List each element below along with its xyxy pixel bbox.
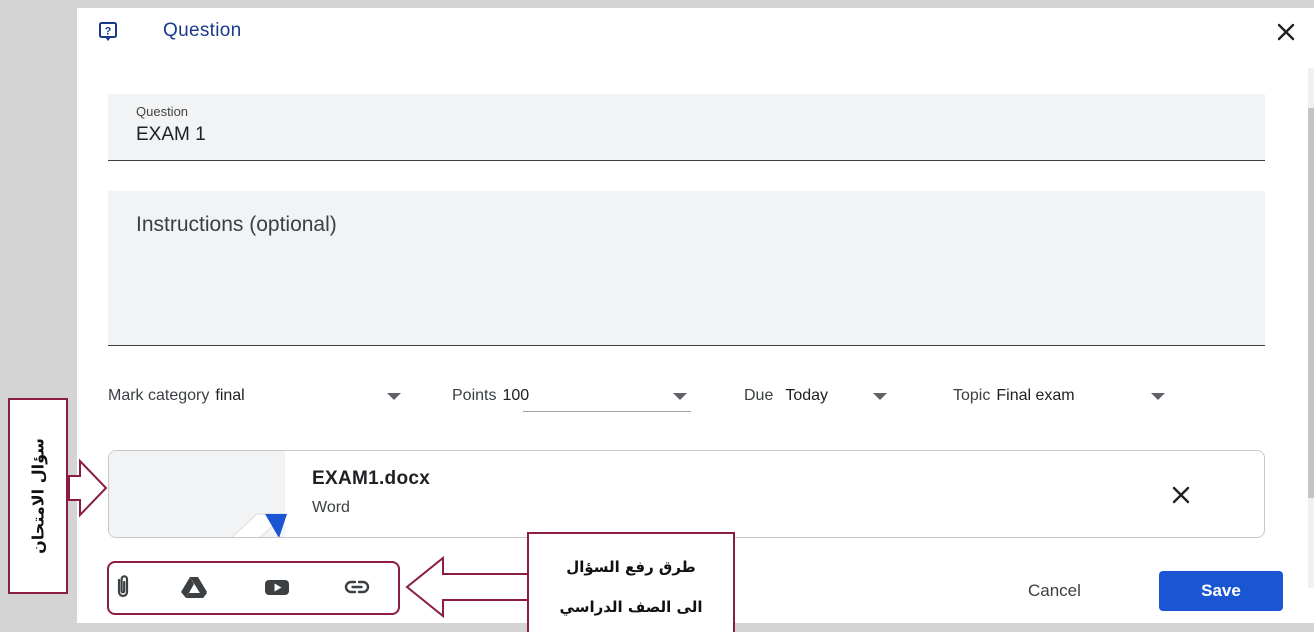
- question-dialog: ? Question Question EXAM 1 Instructions …: [77, 8, 1314, 623]
- annotation-arrow-left-icon: [405, 555, 528, 619]
- question-field-value[interactable]: EXAM 1: [136, 124, 206, 146]
- instructions-field[interactable]: Instructions (optional): [108, 191, 1265, 346]
- mark-category-label: Mark category: [108, 387, 210, 404]
- topic-chevron-down-icon[interactable]: [1151, 393, 1165, 400]
- remove-attachment-close-icon[interactable]: [1170, 484, 1192, 506]
- due-select[interactable]: Due Today: [744, 387, 828, 405]
- question-field[interactable]: Question EXAM 1: [108, 94, 1265, 161]
- instructions-placeholder: Instructions (optional): [136, 213, 337, 236]
- scrollbar[interactable]: [1308, 68, 1314, 588]
- points-label: Points: [452, 387, 497, 404]
- upload-methods-annotation-line1: طرق رفع السؤال: [566, 558, 696, 576]
- close-icon[interactable]: [1272, 18, 1300, 46]
- annotation-arrow-right-icon: [68, 458, 108, 518]
- dialog-header: ? Question: [77, 8, 1314, 58]
- question-icon: ?: [99, 22, 117, 41]
- dialog-title: Question: [163, 20, 242, 41]
- save-button[interactable]: Save: [1159, 571, 1283, 611]
- page-corner-icon: [231, 513, 287, 537]
- points-chevron-down-icon[interactable]: [673, 393, 687, 400]
- topic-label: Topic: [953, 387, 991, 404]
- topic-select[interactable]: Topic Final exam: [953, 387, 1075, 405]
- upload-tools-highlight-box: [107, 561, 400, 615]
- file-thumbnail[interactable]: [109, 451, 287, 537]
- question-field-label: Question: [136, 104, 189, 119]
- mark-category-value: final: [215, 387, 245, 404]
- due-label: Due: [744, 387, 774, 404]
- due-chevron-down-icon[interactable]: [873, 393, 887, 400]
- exam-question-annotation-text: سؤال الامتحان: [28, 438, 48, 554]
- points-value[interactable]: 100: [502, 387, 529, 404]
- attachment-file-name[interactable]: EXAM1.docx: [312, 468, 430, 490]
- attachment-card[interactable]: EXAM1.docx Word: [108, 450, 1265, 538]
- cancel-button[interactable]: Cancel: [1028, 581, 1081, 601]
- points-select[interactable]: Points 100: [452, 387, 529, 405]
- topic-value: Final exam: [996, 387, 1075, 404]
- scrollbar-thumb[interactable]: [1308, 108, 1314, 498]
- due-value: Today: [785, 387, 829, 404]
- points-underline: [523, 411, 691, 412]
- upload-methods-annotation-box: [527, 532, 735, 632]
- upload-methods-annotation-line2: الى الصف الدراسي: [559, 598, 703, 616]
- mark-category-select[interactable]: Mark category final: [108, 387, 245, 405]
- svg-text:?: ?: [105, 26, 112, 38]
- mark-category-chevron-down-icon[interactable]: [387, 393, 401, 400]
- attachment-file-type: Word: [312, 499, 350, 516]
